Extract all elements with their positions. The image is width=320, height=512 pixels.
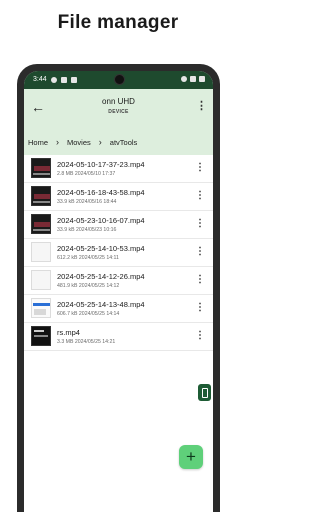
device-subtitle: DEVICE: [108, 109, 129, 115]
remote-icon: [201, 387, 208, 398]
app-bar: ← onn UHD DEVICE ⋮: [24, 89, 213, 129]
file-thumbnail: [31, 242, 51, 262]
file-row[interactable]: 2024-05-25-14-10-53.mp4 612.2 kB 2024/05…: [24, 239, 213, 267]
file-thumbnail: [31, 158, 51, 178]
more-vert-icon[interactable]: ⋮: [195, 275, 205, 285]
more-vert-icon[interactable]: ⋮: [196, 101, 207, 112]
file-name: rs.mp4: [57, 328, 80, 337]
camera-cutout: [113, 74, 125, 85]
file-row[interactable]: 2024-05-16-18-43-58.mp4 33.9 kB 2024/05/…: [24, 183, 213, 211]
wifi-icon: [181, 76, 187, 82]
file-name: 2024-05-25-14-12-26.mp4: [57, 272, 145, 281]
notification-icon: [50, 76, 57, 83]
remote-button[interactable]: [198, 384, 211, 401]
file-name: 2024-05-16-18-43-58.mp4: [57, 188, 145, 197]
file-meta: 33.9 kB 2024/05/16 18:44: [57, 199, 117, 205]
file-name: 2024-05-10-17-37-23.mp4: [57, 160, 145, 169]
file-meta: 33.9 kB 2024/05/23 10:16: [57, 227, 117, 233]
more-vert-icon[interactable]: ⋮: [195, 331, 205, 341]
file-row[interactable]: 2024-05-25-14-12-26.mp4 481.9 kB 2024/05…: [24, 267, 213, 295]
promo-title: File manager: [57, 12, 179, 33]
breadcrumb-home[interactable]: Home: [28, 138, 48, 147]
file-thumbnail: [31, 214, 51, 234]
file-thumbnail: [31, 186, 51, 206]
chevron-right-icon: ›: [56, 137, 60, 147]
app-screen: 3:44 ← onn UHD DEVICE ⋮ Home › Movies › …: [24, 71, 213, 512]
more-vert-icon[interactable]: ⋮: [195, 219, 205, 229]
chevron-right-icon: ›: [98, 137, 102, 147]
status-time: 3:44: [33, 76, 47, 83]
more-vert-icon[interactable]: ⋮: [195, 163, 205, 173]
file-thumbnail: [31, 326, 51, 346]
plus-icon: +: [186, 447, 196, 466]
status-bar: 3:44: [24, 71, 213, 89]
more-vert-icon[interactable]: ⋮: [195, 303, 205, 313]
file-thumbnail: [31, 270, 51, 290]
file-row[interactable]: 2024-05-10-17-37-23.mp4 2.8 MB 2024/05/1…: [24, 155, 213, 183]
file-row[interactable]: 2024-05-25-14-13-48.mp4 606.7 kB 2024/05…: [24, 295, 213, 323]
file-meta: 612.2 kB 2024/05/25 14:11: [57, 255, 119, 261]
shield-icon: [60, 76, 67, 83]
file-meta: 2.8 MB 2024/05/10 17:37: [57, 171, 116, 177]
signal-icon: [190, 76, 196, 82]
file-row[interactable]: 2024-05-23-10-16-07.mp4 33.9 kB 2024/05/…: [24, 211, 213, 239]
app-bar-title-group: onn UHD DEVICE: [24, 97, 213, 115]
file-name: 2024-05-23-10-16-07.mp4: [57, 216, 145, 225]
phone-frame: 3:44 ← onn UHD DEVICE ⋮ Home › Movies › …: [17, 64, 220, 512]
file-name: 2024-05-25-14-13-48.mp4: [57, 300, 145, 309]
add-fab-button[interactable]: +: [179, 445, 203, 469]
file-meta: 3.3 MB 2024/05/25 14:21: [57, 339, 116, 345]
file-meta: 606.7 kB 2024/05/25 14:14: [57, 311, 120, 317]
breadcrumb: Home › Movies › atvTools: [24, 129, 213, 155]
app-notification-icon: [70, 76, 77, 83]
more-vert-icon[interactable]: ⋮: [195, 247, 205, 257]
file-meta: 481.9 kB 2024/05/25 14:12: [57, 283, 120, 289]
breadcrumb-atvtools[interactable]: atvTools: [110, 138, 138, 147]
battery-icon: [199, 76, 205, 82]
file-row[interactable]: rs.mp4 3.3 MB 2024/05/25 14:21 ⋮: [24, 323, 213, 351]
file-thumbnail: [31, 298, 51, 318]
more-vert-icon[interactable]: ⋮: [195, 191, 205, 201]
device-title: onn UHD: [102, 97, 135, 106]
breadcrumb-movies[interactable]: Movies: [67, 138, 91, 147]
file-list: 2024-05-10-17-37-23.mp4 2.8 MB 2024/05/1…: [24, 155, 213, 351]
file-name: 2024-05-25-14-10-53.mp4: [57, 244, 145, 253]
